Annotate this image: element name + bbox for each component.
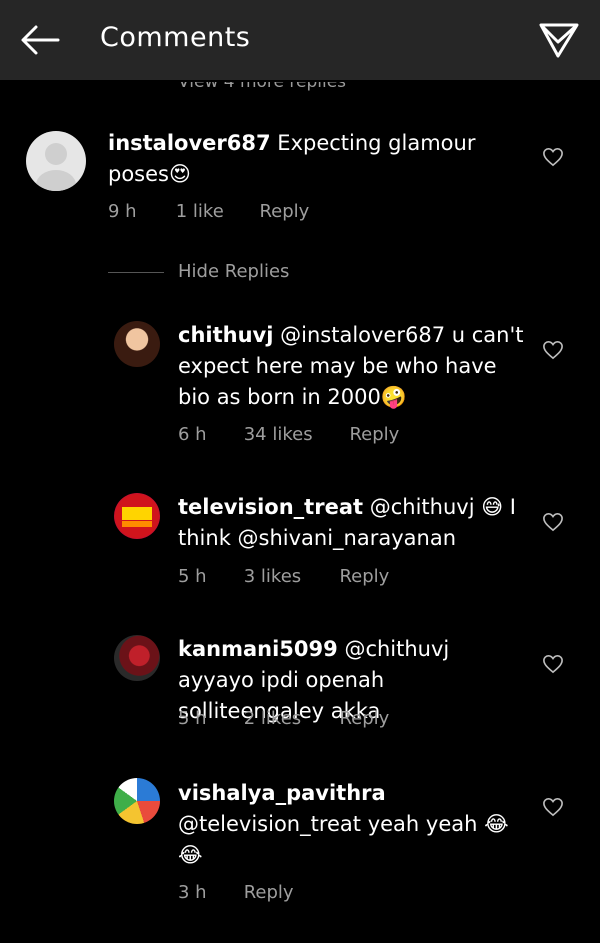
- comment-text: instalover687 Expecting glamour poses😍: [108, 128, 508, 190]
- default-avatar-icon: [36, 143, 76, 191]
- comment-text: television_treat @chithuvj 😅 I think @sh…: [178, 492, 528, 554]
- like-heart-icon[interactable]: [542, 340, 564, 360]
- reply-button[interactable]: Reply: [244, 882, 294, 903]
- avatar[interactable]: [114, 635, 160, 681]
- comment-text: vishalya_pavithra @television_treat yeah…: [178, 778, 528, 871]
- username[interactable]: vishalya_pavithra: [178, 781, 386, 805]
- divider: [108, 272, 164, 273]
- username[interactable]: chithuvj: [178, 323, 273, 347]
- view-more-replies-link[interactable]: View 4 more replies: [178, 82, 346, 94]
- timestamp: 6 h: [178, 424, 207, 445]
- hide-replies-link[interactable]: Hide Replies: [178, 261, 289, 282]
- comment-text: chithuvj @instalover687 u can't expect h…: [178, 320, 528, 413]
- timestamp: 5 h: [178, 566, 207, 587]
- like-heart-icon[interactable]: [542, 654, 564, 674]
- avatar[interactable]: [114, 321, 160, 367]
- page-title: Comments: [100, 22, 251, 53]
- reply-button[interactable]: Reply: [349, 424, 399, 445]
- username[interactable]: instalover687: [108, 131, 271, 155]
- comment-meta: 6 h 34 likes Reply: [178, 424, 399, 445]
- avatar[interactable]: [26, 131, 86, 191]
- send-icon[interactable]: [538, 20, 580, 60]
- comment-meta: 5 h 3 likes Reply: [178, 566, 389, 587]
- like-heart-icon[interactable]: [542, 797, 564, 817]
- avatar[interactable]: [114, 778, 160, 824]
- timestamp: 3 h: [178, 882, 207, 903]
- like-count[interactable]: 34 likes: [244, 424, 344, 445]
- comment-body: @television_treat yeah yeah 😂😂: [178, 812, 509, 867]
- timestamp: 9 h: [108, 201, 137, 222]
- like-heart-icon[interactable]: [542, 147, 564, 167]
- avatar[interactable]: [114, 493, 160, 539]
- like-count[interactable]: 3 likes: [244, 566, 334, 587]
- back-arrow-icon[interactable]: [18, 22, 62, 58]
- comment-meta: 3 h Reply: [178, 882, 294, 903]
- header-bar: Comments: [0, 0, 600, 80]
- timestamp: 5 h: [178, 708, 207, 729]
- comment-meta: 9 h 1 like Reply: [108, 201, 309, 222]
- channel-logo-icon: [115, 494, 159, 538]
- username[interactable]: television_treat: [178, 495, 363, 519]
- reply-button[interactable]: Reply: [339, 708, 389, 729]
- reply-button[interactable]: Reply: [339, 566, 389, 587]
- username[interactable]: kanmani5099: [178, 637, 338, 661]
- comment-meta: 5 h 2 likes Reply: [178, 708, 389, 729]
- like-count[interactable]: 2 likes: [244, 708, 334, 729]
- like-heart-icon[interactable]: [542, 512, 564, 532]
- reply-button[interactable]: Reply: [259, 201, 309, 222]
- like-count[interactable]: 1 like: [176, 201, 254, 222]
